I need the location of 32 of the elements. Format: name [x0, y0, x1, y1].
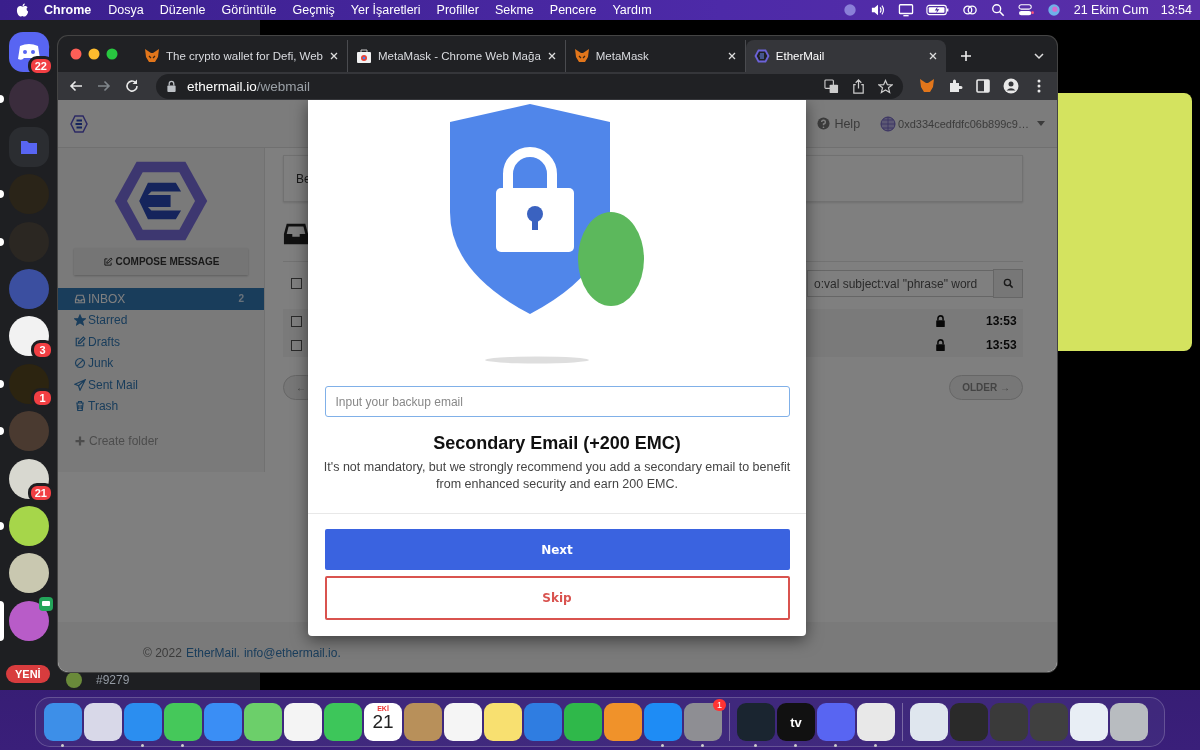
unread-count: 2	[238, 293, 244, 305]
dialog-title: Secondary Email (+200 EMC)	[433, 433, 681, 454]
search-field[interactable]: o:val subject:val "phrase" word	[807, 270, 993, 297]
address-bar[interactable]: ethermail.io/webmail	[156, 73, 903, 99]
time-text: 13:53	[986, 338, 1016, 352]
notification-badge: 1	[713, 699, 726, 711]
time-text: 13:53	[986, 314, 1016, 328]
new-button[interactable]: YENİ	[6, 665, 50, 683]
backup-email-field[interactable]: Input your backup email	[324, 386, 790, 417]
dialog-text: It's not mandatory, but we strongly recommend you add a secondary email to benefit from enhanced security and earn 200 EMC.	[322, 459, 792, 493]
next-button[interactable]: Next	[324, 529, 790, 570]
menu-item[interactable]: Geçmiş	[292, 3, 335, 17]
menu-item[interactable]: Düzenle	[159, 3, 206, 17]
menu-item[interactable]: Sekme	[494, 3, 534, 17]
menu-item[interactable]: Pencere	[549, 3, 597, 17]
menu-item[interactable]: Yer İşaretleri	[350, 3, 421, 17]
notification-badge: 22	[27, 56, 54, 76]
menu-item[interactable]: Görüntüle	[221, 3, 277, 17]
notification-badge: 1	[31, 387, 54, 408]
tv-app-icon[interactable]: tv	[777, 703, 815, 741]
menu-item[interactable]: Dosya	[108, 3, 144, 17]
menu-item[interactable]: Yardım	[612, 3, 652, 17]
browser-tab[interactable]: EtherMail	[745, 40, 946, 72]
skip-button[interactable]: Skip	[324, 576, 790, 620]
copyright-text: © 2022	[143, 646, 182, 660]
app-menu[interactable]: Chrome	[44, 3, 92, 17]
clock-text[interactable]: 13:54	[1160, 3, 1192, 17]
date-text[interactable]: 21 Ekim Cum	[1073, 3, 1149, 17]
user-tag: #9279	[96, 673, 130, 687]
menu-item[interactable]: Profiller	[436, 3, 479, 17]
compose-button[interactable]: COMPOSE MESSAGE	[74, 248, 248, 275]
day-text: 21	[372, 712, 394, 732]
